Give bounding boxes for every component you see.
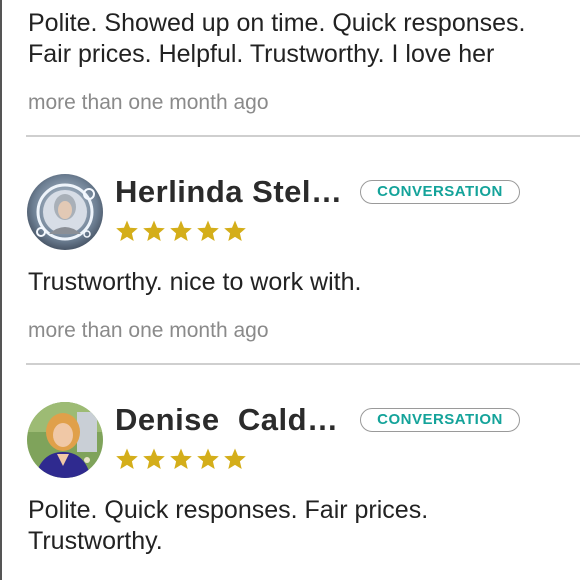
conversation-badge[interactable]: CONVERSATION: [360, 180, 520, 204]
star-icon: [116, 220, 138, 241]
star-icon: [170, 448, 192, 469]
star-icon: [197, 220, 219, 241]
star-rating: [115, 447, 247, 471]
review-text: Polite. Showed up on time. Quick respons…: [28, 9, 526, 68]
star-rating: [115, 219, 247, 243]
reviewer-name[interactable]: Herlinda Stel…: [115, 174, 343, 210]
star-icon: [224, 220, 246, 241]
star-icon: [197, 448, 219, 469]
star-icon: [170, 220, 192, 241]
reviewer-avatar[interactable]: [27, 402, 103, 478]
review-text: Trustworthy. nice to work with.: [28, 268, 362, 296]
star-icon: [143, 220, 165, 241]
reviewer-avatar[interactable]: [27, 174, 103, 250]
review-timestamp: more than one month ago: [28, 91, 269, 114]
star-icon: [143, 448, 165, 469]
review-divider: [26, 135, 580, 137]
bubble-portrait-avatar-icon: [27, 174, 103, 250]
review-timestamp: more than one month ago: [28, 319, 269, 342]
reviews-page: Polite. Showed up on time. Quick respons…: [0, 0, 580, 580]
portrait-photo-avatar-icon: [27, 402, 103, 478]
conversation-badge[interactable]: CONVERSATION: [360, 408, 520, 432]
star-icon: [224, 448, 246, 469]
review-text: Polite. Quick responses. Fair prices. Tr…: [28, 496, 429, 555]
star-icon: [116, 448, 138, 469]
reviewer-name[interactable]: Denise Cald…: [115, 402, 339, 438]
review-divider: [26, 363, 580, 365]
